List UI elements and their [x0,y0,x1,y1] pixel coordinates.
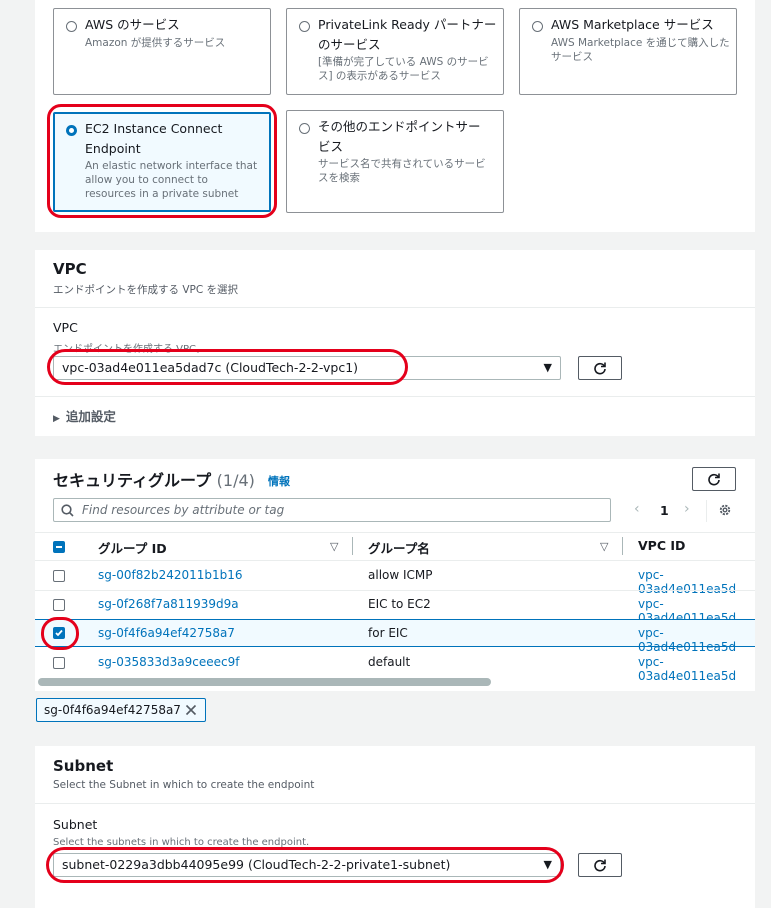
group-id-link[interactable]: sg-0f4f6a94ef42758a7 [98,626,235,640]
tile-desc: [準備が完了している AWS のサービス] の表示があるサービス [318,56,489,82]
group-name: for EIC [368,626,408,640]
row-checkbox-checked[interactable] [53,627,65,639]
gear-icon[interactable] [718,503,732,517]
table-row[interactable]: sg-035833d3a9ceeec9f default vpc-03ad4e0… [35,648,755,683]
tile-desc: An elastic network interface that allow … [85,160,258,200]
group-name: EIC to EC2 [368,597,431,611]
radio-aws-marketplace[interactable] [532,21,543,32]
row-checkbox[interactable] [53,657,65,669]
search-icon [61,504,74,517]
tile-title: AWS Marketplace サービス [551,17,714,32]
radio-privatelink-ready[interactable] [299,21,310,32]
divider [35,396,755,397]
radio-aws-services[interactable] [66,21,77,32]
close-icon[interactable] [185,704,197,716]
search-box[interactable]: Find resources by attribute or tag [53,498,611,522]
tile-title: その他のエンドポイントサービス [318,119,481,154]
refresh-icon [594,362,606,375]
selected-group-token: sg-0f4f6a94ef42758a7 [36,698,206,722]
vpc-select[interactable]: vpc-03ad4e011ea5dad7c (CloudTech-2-2-vpc… [53,356,561,380]
caret-down-icon: ▼ [543,858,552,871]
vpc-field-label: VPC [53,320,78,335]
tile-desc: サービス名で共有されているサービスを検索 [318,158,486,184]
radio-ec2-instance-connect[interactable] [66,125,77,136]
column-header-vpc-id[interactable]: VPC ID [638,538,685,553]
subnet-select-value: subnet-0229a3dbb44095e99 (CloudTech-2-2-… [62,857,451,872]
horizontal-scrollbar[interactable] [38,678,491,686]
refresh-icon [594,859,606,872]
subnet-panel [35,746,755,908]
prev-page-icon[interactable]: ‹ [634,501,640,517]
group-id-link[interactable]: sg-035833d3a9ceeec9f [98,655,239,669]
subnet-refresh-button[interactable] [578,853,622,877]
group-id-link[interactable]: sg-00f82b242011b1b16 [98,568,243,582]
column-header-group-name[interactable]: グループ名 [368,538,430,557]
radio-other-endpoint[interactable] [299,123,310,134]
divider [35,307,755,308]
pager-divider [706,500,707,522]
group-name: default [368,655,411,669]
row-checkbox[interactable] [53,570,65,582]
divider [35,803,755,804]
subnet-field-hint: Select the subnets in which to create th… [53,837,310,848]
select-all-checkbox[interactable] [53,541,65,553]
tile-aws-marketplace[interactable]: AWS Marketplace サービス AWS Marketplace を通じ… [519,8,737,95]
table-top-border [35,532,755,533]
table-row-selected[interactable]: sg-0f4f6a94ef42758a7 for EIC vpc-03ad4e0… [35,619,755,654]
column-divider [622,537,623,555]
next-page-icon[interactable]: › [684,501,690,517]
group-name: allow ICMP [368,568,433,582]
column-header-group-id[interactable]: グループ ID [98,538,167,557]
caret-right-icon: ▶ [53,414,60,424]
additional-settings-toggle[interactable]: ▶ 追加設定 [53,406,116,425]
subnet-heading: Subnet [53,757,114,775]
page-number[interactable]: 1 [660,503,669,518]
info-link[interactable]: 情報 [268,473,290,489]
additional-settings-label: 追加設定 [65,409,116,424]
vpc-subheading: エンドポイントを作成する VPC を選択 [53,284,239,296]
tile-ec2-instance-connect[interactable]: EC2 Instance Connect Endpoint An elastic… [53,112,271,212]
security-group-count: (1/4) [216,471,255,490]
token-label: sg-0f4f6a94ef42758a7 [44,703,181,717]
table-row[interactable]: sg-0f268f7a811939d9a EIC to EC2 vpc-03ad… [35,590,755,625]
vpc-id-link[interactable]: vpc-03ad4e011ea5d [638,655,755,683]
subnet-subheading: Select the Subnet in which to create the… [53,779,315,791]
search-input[interactable]: Find resources by attribute or tag [82,503,284,517]
subnet-field-label: Subnet [53,817,98,832]
vpc-heading: VPC [53,260,87,278]
row-checkbox[interactable] [53,599,65,611]
tile-title: EC2 Instance Connect Endpoint [85,121,223,156]
security-group-heading: セキュリティグループ (1/4) [53,471,255,490]
tile-other-endpoint[interactable]: その他のエンドポイントサービス サービス名で共有されているサービスを検索 [286,110,504,213]
sort-icon[interactable]: ▽ [600,540,608,553]
tile-title: AWS のサービス [85,17,180,32]
vpc-select-value: vpc-03ad4e011ea5dad7c (CloudTech-2-2-vpc… [62,360,359,375]
tile-aws-services[interactable]: AWS のサービス Amazon が提供するサービス [53,8,271,95]
tile-title: PrivateLink Ready パートナーのサービス [318,17,497,52]
tile-privatelink-ready[interactable]: PrivateLink Ready パートナーのサービス [準備が完了している … [286,8,504,95]
caret-down-icon: ▼ [543,361,552,374]
subnet-select[interactable]: subnet-0229a3dbb44095e99 (CloudTech-2-2-… [53,853,561,877]
group-id-link[interactable]: sg-0f268f7a811939d9a [98,597,239,611]
sort-icon[interactable]: ▽ [330,540,338,553]
refresh-icon [708,473,720,486]
column-divider [352,537,353,555]
tile-desc: AWS Marketplace を通じて購入したサービス [551,37,730,63]
table-row[interactable]: sg-00f82b242011b1b16 allow ICMP vpc-03ad… [35,561,755,596]
vpc-refresh-button[interactable] [578,356,622,380]
vpc-field-hint: エンドポイントを作成する VPC。 [53,344,207,355]
security-group-refresh-button[interactable] [692,467,736,491]
tile-desc: Amazon が提供するサービス [85,37,226,49]
